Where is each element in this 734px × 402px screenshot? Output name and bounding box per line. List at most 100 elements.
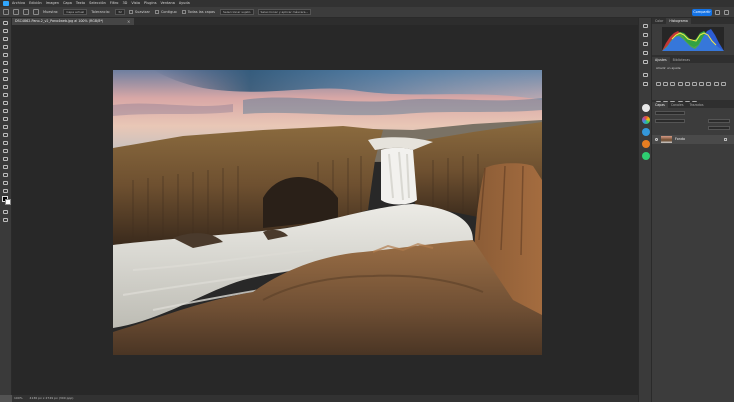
menu-capa[interactable]: Capa xyxy=(63,0,72,7)
magic-wand-tool-icon[interactable] xyxy=(13,9,19,15)
canvas-area[interactable] xyxy=(12,25,638,395)
tools-panel xyxy=(0,18,12,395)
blend-mode-select[interactable] xyxy=(655,119,685,123)
menu-filtro[interactable]: Filtro xyxy=(110,0,119,7)
brush-settings-icon[interactable] xyxy=(643,42,649,47)
magic-wand-icon[interactable] xyxy=(3,45,9,50)
type-tool-icon[interactable] xyxy=(3,149,9,154)
photoshop-logo-icon[interactable] xyxy=(3,1,9,6)
crop-tool-icon[interactable] xyxy=(3,53,9,58)
exposure-icon[interactable] xyxy=(677,82,683,86)
character-icon[interactable] xyxy=(643,51,649,56)
tab-layers[interactable]: Capas xyxy=(652,102,668,108)
select-mask-button[interactable]: Seleccionar y aplicar máscara... xyxy=(257,9,312,15)
history-brush-icon[interactable] xyxy=(3,101,9,106)
patterns-icon[interactable] xyxy=(642,152,650,160)
tab-histogram[interactable]: Histograma xyxy=(666,18,691,24)
properties-icon[interactable] xyxy=(643,33,649,38)
hand-tool-icon[interactable] xyxy=(3,173,9,178)
tab-channels[interactable]: Canales xyxy=(668,102,687,108)
fill-input[interactable] xyxy=(708,126,730,130)
menu-ventana[interactable]: Ventana xyxy=(161,0,175,7)
healing-brush-icon[interactable] xyxy=(3,77,9,82)
opacity-input[interactable] xyxy=(708,119,730,123)
menu-3d[interactable]: 3D xyxy=(122,0,127,7)
tab-libraries[interactable]: Bibliotecas xyxy=(670,57,693,63)
info-icon[interactable] xyxy=(643,73,649,78)
layer-thumbnail xyxy=(661,136,672,143)
antialias-checkbox[interactable] xyxy=(128,10,133,14)
layer-row[interactable]: Fondo xyxy=(652,135,734,144)
search-icon[interactable] xyxy=(715,10,720,15)
right-panels: Color Histograma Ajustes Bibliotecas Aña… xyxy=(652,18,734,402)
waterfall-photo[interactable] xyxy=(113,70,542,355)
menu-imagen[interactable]: Imagen xyxy=(46,0,59,7)
color-wheel-icon[interactable] xyxy=(642,116,650,124)
tab-adjustments[interactable]: Ajustes xyxy=(652,57,670,63)
clone-stamp-icon[interactable] xyxy=(3,93,9,98)
document-tab[interactable]: DSC4862-Pano-2_v2_Pano4web.jpg al 100% (… xyxy=(12,18,134,25)
tab-paths[interactable]: Trazados xyxy=(687,102,707,108)
menu-texto[interactable]: Texto xyxy=(76,0,85,7)
eye-icon[interactable] xyxy=(655,138,658,141)
more-tools-icon[interactable] xyxy=(3,189,9,194)
layer-filter-select[interactable] xyxy=(655,111,685,115)
histogram-chart xyxy=(662,27,724,51)
menu-plugins[interactable]: Plugins xyxy=(144,0,157,7)
black-white-icon[interactable] xyxy=(706,82,712,86)
lock-icon[interactable] xyxy=(724,138,727,141)
screen-mode-icon[interactable] xyxy=(3,218,9,223)
select-subject-button[interactable]: Seleccionar sujeto xyxy=(220,9,254,15)
share-button[interactable]: Compartir xyxy=(692,9,712,16)
sample-select[interactable]: Capa actual xyxy=(63,9,88,15)
levels-icon[interactable] xyxy=(663,82,669,86)
add-selection-icon[interactable] xyxy=(33,9,39,15)
channel-mixer-icon[interactable] xyxy=(720,82,726,86)
dodge-tool-icon[interactable] xyxy=(3,133,9,138)
workspace-icon[interactable] xyxy=(724,10,729,15)
curves-icon[interactable] xyxy=(670,82,676,86)
menu-seleccion[interactable]: Selección xyxy=(89,0,106,7)
learn-icon[interactable] xyxy=(642,104,650,112)
menu-edicion[interactable]: Edición xyxy=(29,0,42,7)
lasso-tool-icon[interactable] xyxy=(3,37,9,42)
home-icon[interactable] xyxy=(3,9,9,15)
contiguous-checkbox[interactable] xyxy=(154,10,159,14)
gradients-icon[interactable] xyxy=(642,140,650,148)
photo-filter-icon[interactable] xyxy=(713,82,719,86)
eyedropper-tool-icon[interactable] xyxy=(3,69,9,74)
zoom-level[interactable]: 100% xyxy=(14,396,23,400)
color-balance-icon[interactable] xyxy=(699,82,705,86)
paragraph-icon[interactable] xyxy=(643,60,649,65)
close-icon[interactable]: × xyxy=(127,18,130,25)
brightness-icon[interactable] xyxy=(656,82,661,86)
frame-tool-icon[interactable] xyxy=(3,61,9,66)
tolerance-input[interactable]: 32 xyxy=(115,9,125,15)
menu-vista[interactable]: Vista xyxy=(131,0,140,7)
swatches-icon[interactable] xyxy=(642,128,650,136)
tab-color[interactable]: Color xyxy=(652,18,666,24)
vibrance-icon[interactable] xyxy=(684,82,690,86)
play-icon[interactable] xyxy=(643,24,649,29)
brush-tool-icon[interactable] xyxy=(3,85,9,90)
hue-saturation-icon[interactable] xyxy=(691,82,697,86)
menu-archivo[interactable]: Archivo xyxy=(12,0,25,7)
menu-ayuda[interactable]: Ayuda xyxy=(179,0,190,7)
move-tool-icon[interactable] xyxy=(3,21,9,26)
status-bar: 100% 4136 px x 2749 px (300 ppp) xyxy=(12,395,638,402)
quick-mask-icon[interactable] xyxy=(3,210,9,215)
marquee-tool-icon[interactable] xyxy=(3,29,9,34)
zoom-tool-icon[interactable] xyxy=(3,181,9,186)
blur-tool-icon[interactable] xyxy=(3,125,9,130)
pen-tool-icon[interactable] xyxy=(3,141,9,146)
background-color-swatch[interactable] xyxy=(5,199,11,205)
add-adjustment-label: Añadir un ajuste xyxy=(656,66,681,70)
history-icon[interactable] xyxy=(643,82,649,87)
shape-tool-icon[interactable] xyxy=(3,165,9,170)
all-layers-checkbox[interactable] xyxy=(181,10,186,14)
path-selection-icon[interactable] xyxy=(3,157,9,162)
eraser-tool-icon[interactable] xyxy=(3,109,9,114)
new-selection-icon[interactable] xyxy=(23,9,29,15)
gradient-tool-icon[interactable] xyxy=(3,117,9,122)
adjustments-panel: Ajustes Bibliotecas Añadir un ajuste xyxy=(652,57,734,105)
